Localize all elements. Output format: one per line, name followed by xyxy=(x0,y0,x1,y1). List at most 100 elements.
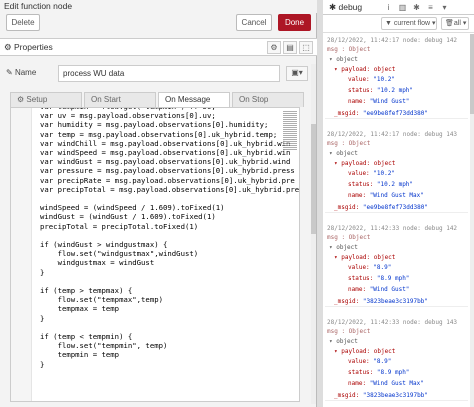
field-value: "8.9" xyxy=(373,358,392,365)
code-line: var windChill = msg.payload.observations… xyxy=(40,138,291,148)
message-type: msg : Object xyxy=(327,140,371,147)
field-value: "Wind Gust Max" xyxy=(369,192,424,199)
code-line: flow.set("tempmin", temp) xyxy=(40,341,168,351)
payload-field: status: "10.2 mph" xyxy=(348,87,413,94)
code-minimap[interactable] xyxy=(283,110,297,150)
debug-message[interactable]: 28/12/2022, 11:42:17 node: debug 143 msg … xyxy=(325,128,468,213)
icon-picker-button[interactable]: ▣▾ xyxy=(286,66,308,81)
code-line: if (temp > tempmax) { xyxy=(40,286,133,296)
message-object: ▾ object xyxy=(329,150,358,157)
field-key: status: xyxy=(348,369,377,376)
code-line: var precipTotal = msg.payload.observatio… xyxy=(40,184,300,194)
left-scroll-thumb[interactable] xyxy=(311,124,316,234)
debug-message[interactable]: 28/12/2022, 11:42:33 node: debug 142 msg … xyxy=(325,222,468,307)
code-content[interactable]: var tempmin = flow.get('tempmin') ?? 50;… xyxy=(40,108,300,369)
field-value: "10.2" xyxy=(373,170,395,177)
properties-bar: ⚙ Properties ⚙ ▤ ⬚ xyxy=(0,38,317,56)
code-line: var precipRate = msg.payload.observation… xyxy=(40,175,295,185)
payload-field: name: "Wind Gust Max" xyxy=(348,380,424,387)
edit-function-panel: Edit function node Delete Cancel Done ⚙ … xyxy=(0,0,317,407)
trash-icon: 🗑 xyxy=(445,20,454,27)
chevron-down-icon[interactable]: ▾ xyxy=(439,2,450,13)
gear-icon: ⚙ xyxy=(4,42,14,52)
code-editor[interactable]: var tempmin = flow.get('tempmin') ?? 50;… xyxy=(10,107,300,402)
message-type: msg : Object xyxy=(327,234,371,241)
code-line: var uv = msg.payload.observations[0].uv; xyxy=(40,111,216,121)
code-line: var humidity = msg.payload.observations[… xyxy=(40,120,269,130)
tab-setup[interactable]: ⚙ Setup xyxy=(10,92,82,107)
line-gutter xyxy=(11,108,32,401)
book-icon[interactable]: ▥ xyxy=(397,2,408,13)
name-input[interactable]: process WU data xyxy=(58,65,280,82)
done-button[interactable]: Done xyxy=(278,14,311,31)
field-value: "Wind Gust" xyxy=(369,286,410,293)
expand-icon[interactable]: ⬚ xyxy=(299,41,313,54)
field-value: "8.9" xyxy=(373,264,392,271)
filter-button[interactable]: ▼ current flow ▾ xyxy=(381,17,437,30)
panel-title-bar: Edit function node xyxy=(0,0,317,13)
tab-on-start-label: On Start xyxy=(91,95,121,104)
right-scrollbar[interactable] xyxy=(470,34,474,407)
msgid-field: _msgid: "3823beae3c3197bb" xyxy=(334,392,428,399)
code-line: if (windGust > windgustmax) { xyxy=(40,240,168,250)
msgid-field: _msgid: "ee9be8fef73dd380" xyxy=(334,110,428,117)
code-line: tempmax = temp xyxy=(40,304,120,314)
left-scrollbar[interactable] xyxy=(311,64,316,404)
code-line: var windGust = msg.payload.observations[… xyxy=(40,157,291,167)
field-key: value: xyxy=(348,76,374,83)
payload-field: value: "10.2" xyxy=(348,76,395,83)
tab-on-message[interactable]: On Message xyxy=(158,92,230,108)
clear-button[interactable]: 🗑all ▾ xyxy=(441,17,469,30)
action-buttons: Delete Cancel Done xyxy=(0,14,317,38)
list-icon[interactable]: ≡ xyxy=(425,2,436,13)
payload-field: value: "8.9" xyxy=(348,358,391,365)
properties-text: Properties xyxy=(13,42,53,52)
msgid-field: _msgid: "ee9be8fef73dd380" xyxy=(334,204,428,211)
field-key: name: xyxy=(348,380,370,387)
code-line: windGust = (windGust / 1.609).toFixed(1) xyxy=(40,212,216,222)
debug-filter-bar: ▼ current flow ▾ 🗑all ▾ xyxy=(323,15,474,33)
tab-on-stop[interactable]: On Stop xyxy=(232,92,304,107)
field-key: value: xyxy=(348,358,374,365)
payload-field: name: "Wind Gust Max" xyxy=(348,192,424,199)
field-value: "10.2" xyxy=(373,76,395,83)
debug-sidebar: ✱ debug i ▥ ✱ ≡ ▾ ▼ current flow ▾ 🗑all … xyxy=(323,0,474,407)
gear-icon[interactable]: ⚙ xyxy=(267,41,281,54)
payload-label: ▾ payload: object xyxy=(334,254,396,261)
delete-button[interactable]: Delete xyxy=(6,14,40,31)
debug-tab[interactable]: ✱ debug xyxy=(325,0,375,15)
code-line: windgustmax = windGust xyxy=(40,258,155,268)
info-icon[interactable]: i xyxy=(383,2,394,13)
panel-title: Edit function node xyxy=(4,1,73,11)
payload-label: ▾ payload: object xyxy=(334,66,396,73)
right-scroll-thumb[interactable] xyxy=(470,34,474,114)
payload-field: name: "Wind Gust" xyxy=(348,286,409,293)
field-value: "8.9 mph" xyxy=(376,275,410,282)
debug-message[interactable]: 28/12/2022, 11:42:17 node: debug 142 msg … xyxy=(325,34,468,119)
message-object: ▾ object xyxy=(329,338,358,345)
message-object: ▾ object xyxy=(329,244,358,251)
field-key: value: xyxy=(348,170,374,177)
message-type: msg : Object xyxy=(327,328,371,335)
code-line: if (temp < tempmin) { xyxy=(40,332,133,342)
message-meta: 28/12/2022, 11:42:33 node: debug 143 xyxy=(327,319,458,326)
document-icon[interactable]: ▤ xyxy=(283,41,297,54)
payload-field: status: "8.9 mph" xyxy=(348,369,409,376)
tab-on-start[interactable]: On Start xyxy=(84,92,156,107)
payload-field: value: "10.2" xyxy=(348,170,395,177)
debug-message[interactable]: 28/12/2022, 11:42:33 node: debug 143 msg … xyxy=(325,316,468,401)
name-label-text: Name xyxy=(14,68,37,77)
clear-label: all xyxy=(453,20,461,27)
message-meta: 28/12/2022, 11:42:17 node: debug 142 xyxy=(327,37,458,44)
msgid-value: "3823beae3c3197bb" xyxy=(362,298,428,305)
bug-icon[interactable]: ✱ xyxy=(411,2,422,13)
field-value: "8.9 mph" xyxy=(376,369,410,376)
name-label: ✎ Name xyxy=(6,68,37,77)
field-key: status: xyxy=(348,275,377,282)
message-object: ▾ object xyxy=(329,56,358,63)
cancel-button[interactable]: Cancel xyxy=(236,14,272,31)
code-line: var temp = msg.payload.observations[0].u… xyxy=(40,129,278,139)
code-line: flow.set("windgustmax",windGust) xyxy=(40,249,199,259)
